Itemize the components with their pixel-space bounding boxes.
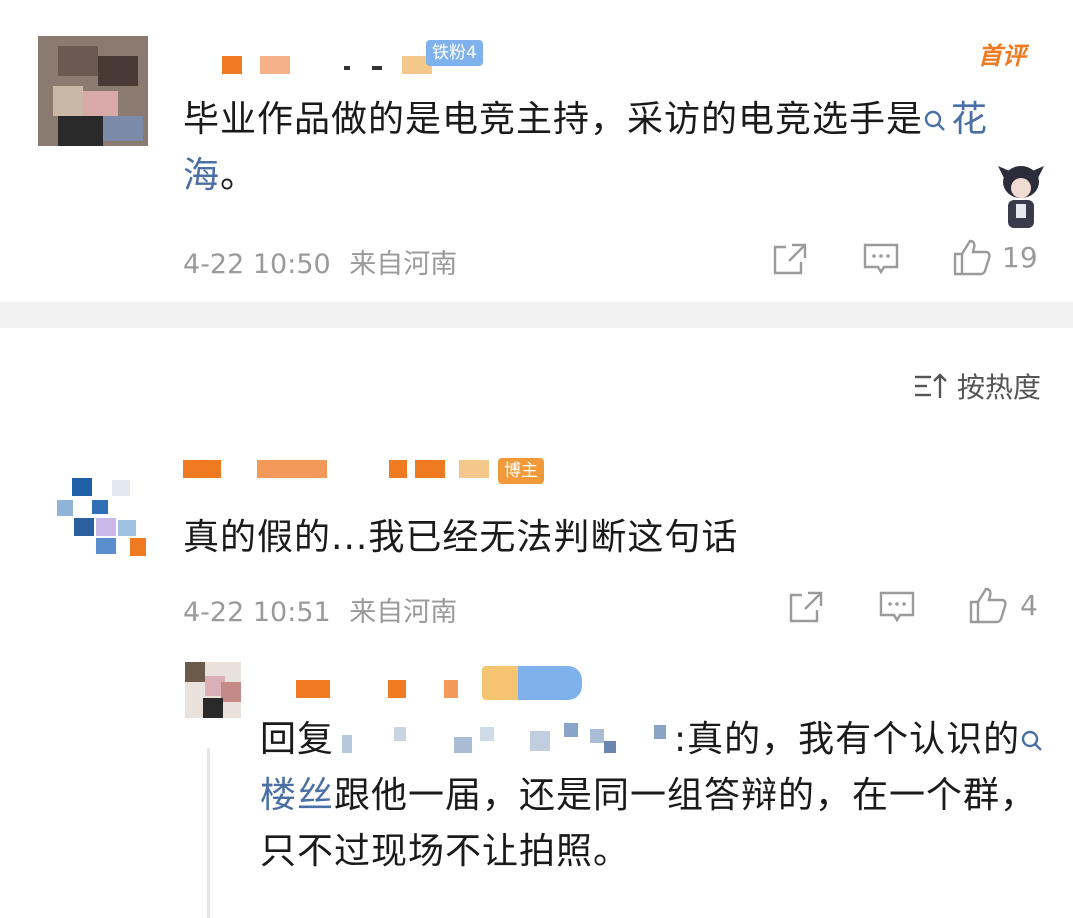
share-button[interactable] bbox=[772, 242, 808, 276]
like-count: 19 bbox=[1002, 240, 1038, 274]
username-redacted[interactable] bbox=[222, 56, 442, 74]
reply-prefix: 回复 bbox=[260, 719, 335, 760]
sticker-image bbox=[996, 160, 1046, 230]
timestamp: 4-22 10:50 bbox=[183, 249, 331, 280]
comment-icon bbox=[863, 243, 899, 275]
topic-label: 楼丝 bbox=[260, 775, 335, 816]
sort-icon bbox=[914, 373, 947, 398]
comment-button[interactable] bbox=[862, 242, 900, 276]
reply-text-tail: 跟他一届，还是同一组答辩的，在一个群，只不过现场不让拍照。 bbox=[260, 775, 1038, 872]
avatar[interactable] bbox=[185, 662, 241, 718]
avatar[interactable] bbox=[38, 36, 148, 146]
first-comment-tag: 首评 bbox=[978, 42, 1026, 70]
mentioned-username-redacted[interactable] bbox=[334, 721, 674, 757]
comment-meta: 4-22 10:50 来自河南 bbox=[183, 242, 457, 281]
share-icon bbox=[773, 243, 807, 275]
comment-icon bbox=[879, 591, 915, 623]
username-redacted[interactable] bbox=[183, 460, 489, 478]
reply-text: 回复 :真的，我有个认识的楼丝跟他一届，还是同一组答辩的，在一个群，只不过现场不… bbox=[260, 712, 1050, 880]
reply-thread-line bbox=[207, 748, 210, 918]
blogger-badge: 博主 bbox=[498, 458, 544, 484]
comment-text: 真的假的...我已经无法判断这句话 bbox=[183, 517, 739, 558]
comment-text-before: 毕业作品做的是电竞主持，采访的电竞选手是 bbox=[183, 99, 924, 140]
fan-level-badge: 铁粉4 bbox=[426, 40, 483, 66]
like-count: 4 bbox=[1020, 588, 1038, 622]
like-icon bbox=[969, 587, 1007, 624]
like-icon bbox=[953, 239, 991, 276]
section-divider bbox=[0, 302, 1073, 328]
sort-label: 按热度 bbox=[956, 371, 1041, 404]
reply-text-main: :真的，我有个认识的 bbox=[674, 719, 1021, 760]
search-topic-icon bbox=[1021, 730, 1043, 751]
share-button[interactable] bbox=[788, 590, 824, 624]
share-icon bbox=[789, 591, 823, 623]
timestamp: 4-22 10:51 bbox=[183, 597, 331, 628]
comment-button[interactable] bbox=[878, 590, 916, 624]
like-button[interactable]: 19 bbox=[952, 238, 1038, 276]
location: 来自河南 bbox=[349, 597, 458, 628]
sort-toggle[interactable]: 按热度 bbox=[913, 366, 1041, 406]
comment-meta: 4-22 10:51 来自河南 bbox=[183, 590, 457, 629]
avatar[interactable] bbox=[52, 460, 152, 560]
location: 来自河南 bbox=[349, 249, 458, 280]
like-button[interactable]: 4 bbox=[968, 586, 1038, 624]
comment-text-after: 。 bbox=[220, 155, 258, 196]
search-topic-icon bbox=[924, 110, 945, 131]
comment-text: 毕业作品做的是电竞主持，采访的电竞选手是 花海。 bbox=[183, 92, 1003, 204]
username-redacted[interactable] bbox=[296, 666, 586, 700]
